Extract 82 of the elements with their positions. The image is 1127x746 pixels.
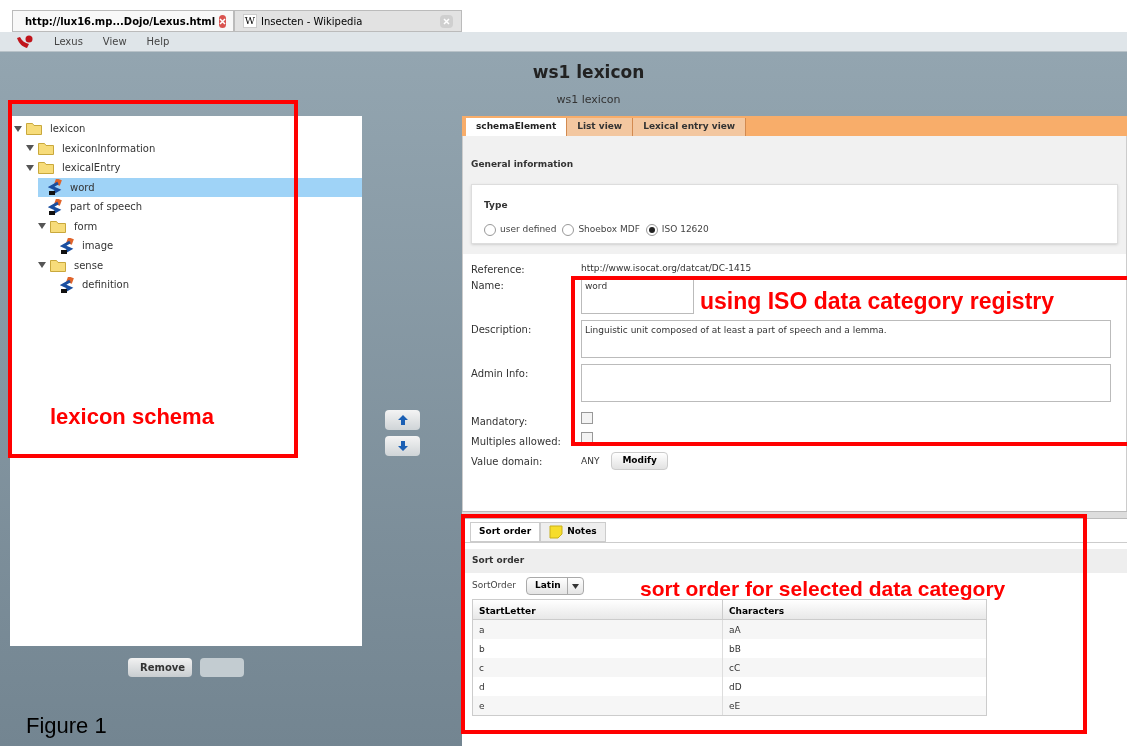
editor-tab[interactable]: List view <box>567 118 634 136</box>
table-cell-text: cC <box>728 662 742 675</box>
page-title: ws1 lexicon <box>532 61 645 84</box>
editor-tab[interactable]: schemaElement <box>466 118 568 136</box>
value-domain: ANY <box>581 454 600 468</box>
browser-tab[interactable]: W Insecten - Wikipedia <box>234 10 462 32</box>
section-heading: Sort order <box>472 554 525 568</box>
annotation-label: sort order for selected data category <box>640 578 1006 599</box>
panel-tab[interactable]: Sort order <box>470 522 541 542</box>
expand-triangle-icon[interactable] <box>26 163 34 172</box>
tab-title: http://lux16.mp...Dojo/Lexus.html <box>25 14 216 29</box>
folder-icon <box>38 141 54 155</box>
tree-item[interactable]: lexiconInformation <box>26 138 362 158</box>
tree-item[interactable]: lexicon <box>14 119 362 139</box>
close-icon[interactable] <box>219 14 227 28</box>
arrow-up-icon <box>396 414 409 426</box>
expand-triangle-icon[interactable] <box>38 222 46 231</box>
move-up-button[interactable] <box>385 410 420 430</box>
field-label: Description: <box>471 322 533 337</box>
editor-tab[interactable]: Lexical entry view <box>633 118 747 136</box>
checkbox[interactable] <box>581 411 593 424</box>
menu-item[interactable]: Help <box>146 34 170 49</box>
field-label: Multiples allowed: <box>471 434 562 449</box>
tree-item[interactable]: definition <box>50 275 362 295</box>
menu-item[interactable]: View <box>102 34 127 49</box>
figure-caption: Figure 1 <box>26 712 108 740</box>
move-down-button[interactable] <box>385 436 420 456</box>
table-cell-text: aA <box>728 624 742 637</box>
element-icon <box>60 276 74 293</box>
admin-info-field[interactable] <box>581 363 1111 402</box>
table-cell-text: bB <box>728 643 742 656</box>
radio-option[interactable]: ISO 12620 <box>645 223 709 237</box>
field-label: Value domain: <box>471 454 544 469</box>
radio-option[interactable]: user defined <box>484 223 557 237</box>
folder-icon <box>26 122 42 136</box>
field-label: Mandatory: <box>471 414 529 429</box>
field-label: Name: <box>471 278 505 293</box>
browser-tab[interactable]: http://lux16.mp...Dojo/Lexus.html <box>12 10 234 32</box>
logo-icon <box>16 34 34 49</box>
sort-order-dropdown[interactable]: Latin <box>526 577 584 595</box>
expand-triangle-icon[interactable] <box>38 261 46 270</box>
description-field[interactable]: Linguistic unit composed of at least a part of speech and a lemma. <box>581 319 1111 358</box>
tree-item[interactable]: form <box>38 216 362 236</box>
folder-icon <box>38 161 54 175</box>
field-label: SortOrder <box>472 579 517 593</box>
arrow-down-icon <box>396 440 409 452</box>
group-heading: Type <box>484 200 508 210</box>
folder-icon <box>50 219 66 233</box>
field-label: Reference: <box>471 262 526 277</box>
caret-icon <box>571 583 579 589</box>
element-icon <box>60 237 74 254</box>
checkbox[interactable] <box>581 431 593 444</box>
expand-triangle-icon[interactable] <box>14 124 22 133</box>
wiki-icon: W <box>243 14 257 28</box>
table-cell-text: dD <box>728 681 743 694</box>
section-heading: General information <box>471 159 574 169</box>
element-icon <box>48 179 62 196</box>
annotation-label: using ISO data category registry <box>700 287 1055 316</box>
tree-item[interactable]: lexicalEntry <box>26 158 362 178</box>
radio-option[interactable]: Shoebox MDF <box>562 223 640 237</box>
folder-icon <box>50 258 66 272</box>
table-cell: e <box>473 696 723 715</box>
modify-button[interactable]: Modify <box>611 451 668 470</box>
tree-item[interactable]: part of speech <box>38 197 362 217</box>
table-cell-text: eE <box>728 700 742 713</box>
page-subtitle: ws1 lexicon <box>556 91 621 108</box>
panel-tab[interactable]: Notes <box>540 522 606 542</box>
menu-item[interactable]: Lexus <box>54 34 83 49</box>
reference-link[interactable]: http://www.isocat.org/datcat/DC-1415 <box>581 259 752 275</box>
remove-button[interactable]: Remove <box>128 658 192 677</box>
splitter-bar[interactable] <box>462 511 1127 519</box>
tree-item[interactable]: image <box>50 236 362 256</box>
column-header[interactable]: StartLetter <box>473 600 723 619</box>
tab-title: Insecten - Wikipedia <box>261 14 363 29</box>
annotation-label: lexicon schema <box>50 403 214 431</box>
column-header[interactable]: Characters <box>723 600 972 619</box>
note-icon <box>549 525 564 539</box>
element-icon <box>48 198 62 215</box>
expand-triangle-icon[interactable] <box>26 144 34 153</box>
tree-item[interactable]: word <box>38 177 362 197</box>
field-label: Admin Info: <box>471 366 530 381</box>
tree-item[interactable]: sense <box>38 255 362 275</box>
